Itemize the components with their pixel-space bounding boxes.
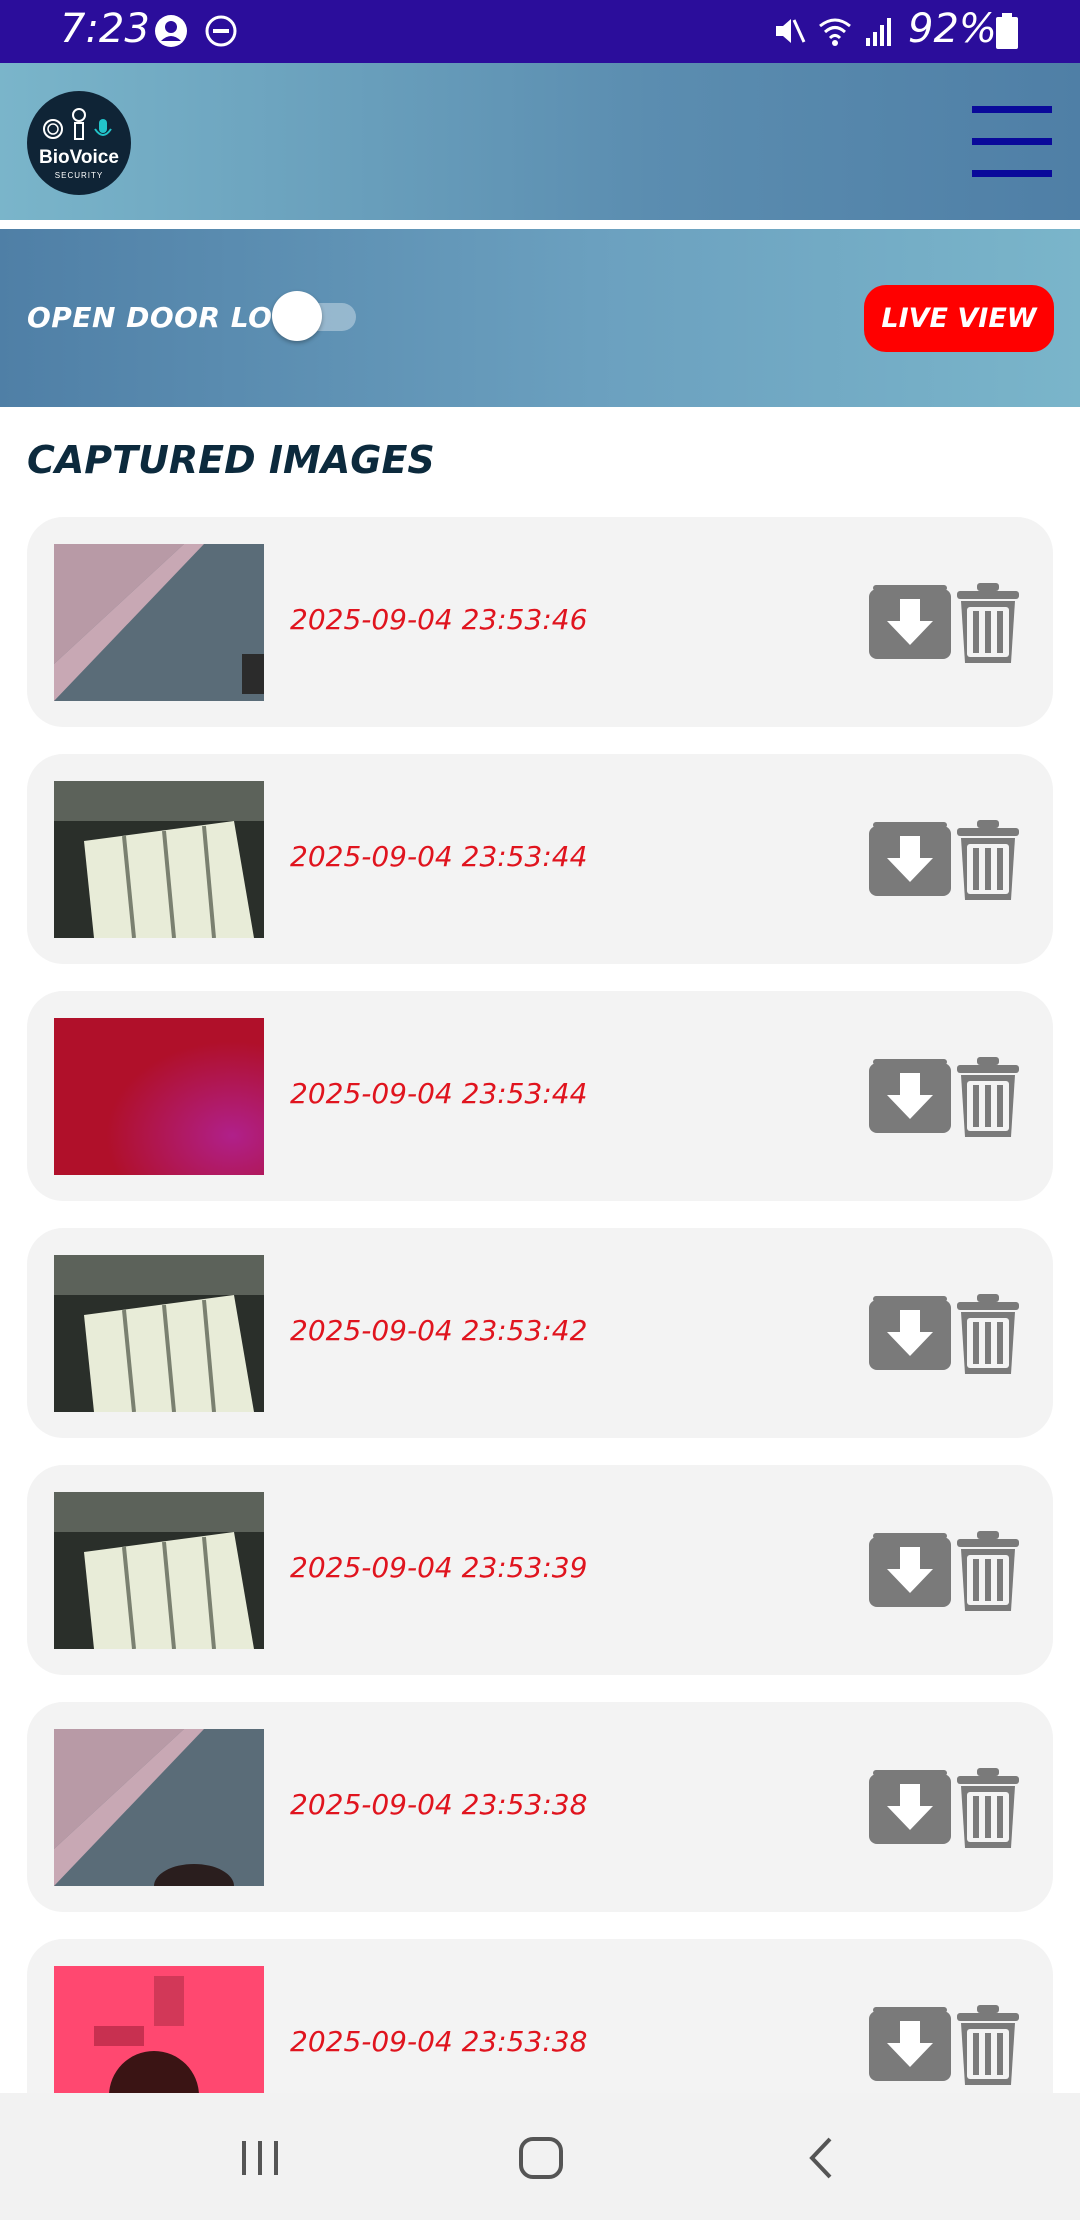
section-title: CAPTURED IMAGES (27, 438, 435, 482)
download-icon[interactable] (869, 822, 951, 896)
trash-icon[interactable] (955, 2005, 1021, 2085)
account-icon (155, 15, 187, 47)
hamburger-menu-icon[interactable] (972, 106, 1056, 180)
app-header: BioVoice SECURITY (0, 63, 1080, 220)
captured-image-thumbnail[interactable] (54, 1492, 264, 1650)
list-item[interactable]: 2025-09-04 23:53:42 (27, 1228, 1053, 1438)
toggle-knob (272, 291, 322, 341)
trash-icon[interactable] (955, 820, 1021, 900)
control-bar: OPEN DOOR LOCK LIVE VIEW (0, 229, 1080, 407)
home-icon[interactable] (511, 2133, 571, 2183)
captured-image-thumbnail[interactable] (54, 781, 264, 939)
dnd-icon (205, 15, 237, 47)
trash-icon[interactable] (955, 1531, 1021, 1611)
captured-image-thumbnail[interactable] (54, 1729, 264, 1908)
trash-icon[interactable] (955, 1294, 1021, 1374)
capture-timestamp: 2025-09-04 23:53:44 (290, 1077, 588, 1110)
list-item[interactable]: 2025-09-04 23:53:46 (27, 517, 1053, 727)
signal-icon (866, 18, 891, 46)
captured-image-thumbnail[interactable] (54, 1255, 264, 1413)
door-lock-toggle[interactable] (272, 291, 358, 341)
back-icon[interactable] (792, 2133, 852, 2183)
list-item[interactable]: 2025-09-04 23:53:38 (27, 1939, 1053, 2093)
download-icon[interactable] (869, 1296, 951, 1370)
battery-icon (996, 13, 1018, 49)
logo-text: BioVoice (39, 147, 119, 168)
live-view-button[interactable]: LIVE VIEW (864, 285, 1054, 352)
status-bar: 7:23 92% (0, 0, 1080, 63)
list-item[interactable]: 2025-09-04 23:53:38 (27, 1702, 1053, 1912)
download-icon[interactable] (869, 1059, 951, 1133)
download-icon[interactable] (869, 2007, 951, 2081)
capture-timestamp: 2025-09-04 23:53:38 (290, 2025, 588, 2058)
captured-images-list[interactable]: 2025-09-04 23:53:46 2025-09-04 23:53:44 20… (0, 517, 1080, 2093)
trash-icon[interactable] (955, 1768, 1021, 1848)
capture-timestamp: 2025-09-04 23:53:38 (290, 1788, 588, 1821)
list-item[interactable]: 2025-09-04 23:53:44 (27, 754, 1053, 964)
list-item[interactable]: 2025-09-04 23:53:39 (27, 1465, 1053, 1675)
trash-icon[interactable] (955, 583, 1021, 663)
recents-icon[interactable] (230, 2133, 290, 2183)
header-divider (0, 220, 1080, 229)
biovoice-logo: BioVoice SECURITY (27, 91, 131, 195)
logo-subtext: SECURITY (54, 171, 104, 180)
mute-icon (776, 19, 806, 43)
download-icon[interactable] (869, 585, 951, 659)
download-icon[interactable] (869, 1770, 951, 1844)
system-nav-bar (0, 2093, 1080, 2220)
capture-timestamp: 2025-09-04 23:53:39 (290, 1551, 588, 1584)
capture-timestamp: 2025-09-04 23:53:46 (290, 603, 588, 636)
logo-emblem-icon (43, 108, 112, 140)
capture-timestamp: 2025-09-04 23:53:42 (290, 1314, 588, 1347)
list-item[interactable]: 2025-09-04 23:53:44 (27, 991, 1053, 1201)
trash-icon[interactable] (955, 1057, 1021, 1137)
captured-image-thumbnail[interactable] (54, 1018, 264, 1175)
capture-timestamp: 2025-09-04 23:53:44 (290, 840, 588, 873)
status-time: 7:23 (60, 6, 150, 52)
captured-image-thumbnail[interactable] (54, 544, 264, 701)
captured-image-thumbnail[interactable] (54, 1966, 264, 2093)
download-icon[interactable] (869, 1533, 951, 1607)
battery-percent: 92% (908, 6, 997, 52)
wifi-icon (819, 18, 851, 46)
